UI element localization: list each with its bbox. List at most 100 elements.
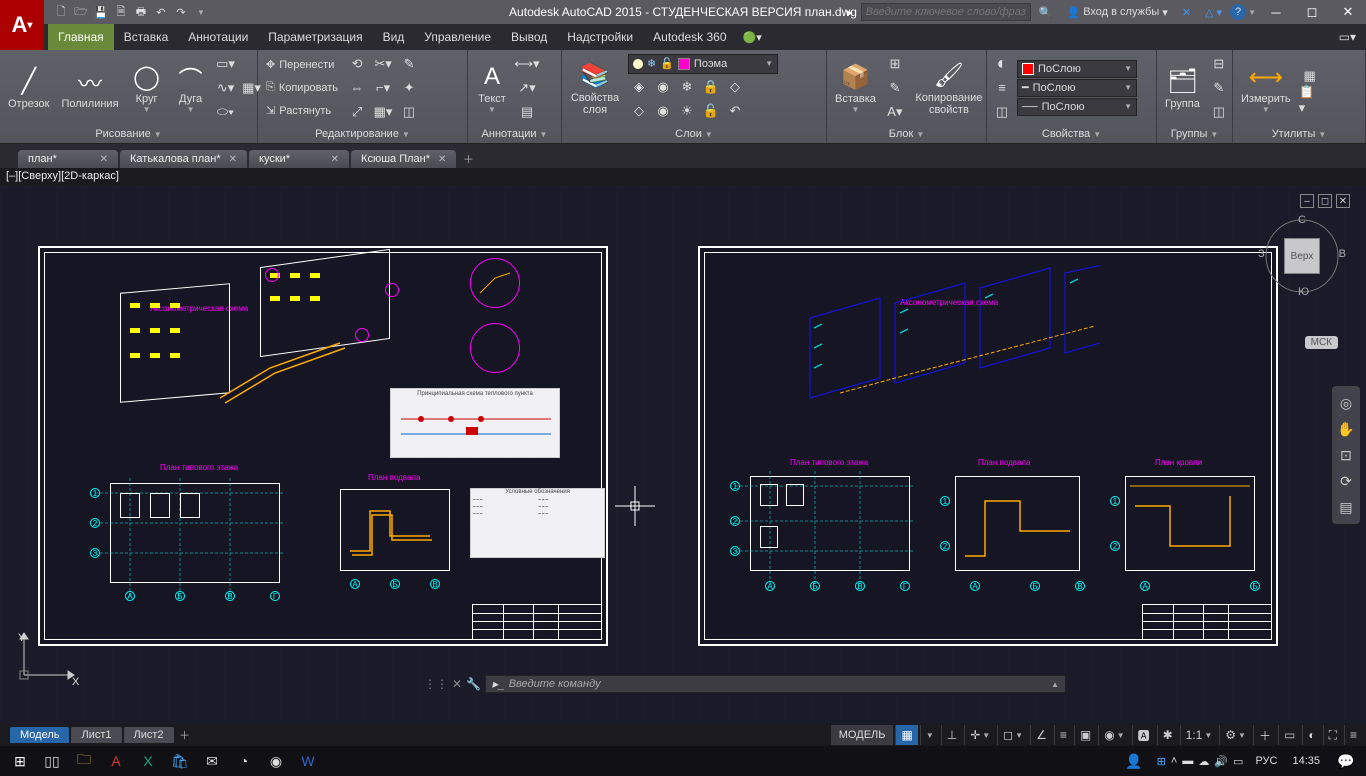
task-view-icon[interactable]: ▯▯ [36, 748, 68, 774]
sb-osnap-icon[interactable]: ◻▼ [997, 725, 1028, 745]
vp-maximize-icon[interactable]: ◻ [1318, 194, 1332, 208]
linetype-dropdown[interactable]: ──ПоСлою▼ [1017, 98, 1137, 116]
sb-lweight-icon[interactable]: ≡ [1054, 725, 1072, 745]
tray-battery-icon[interactable]: ▭ [1233, 755, 1243, 768]
explode-icon[interactable]: ✦ [398, 77, 420, 99]
props-palette-icon[interactable]: ◐ [991, 53, 1013, 75]
search-button[interactable]: 🔍 [1033, 2, 1059, 22]
help-icon[interactable]: ? [1230, 4, 1246, 20]
sb-customize-icon[interactable]: ≡ [1344, 725, 1362, 745]
create-block-icon[interactable]: ⊞ [884, 53, 906, 75]
mail-icon[interactable]: ✉ [196, 748, 228, 774]
layer-dropdown[interactable]: ❄ 🔓 Поэма ▼ [628, 54, 778, 74]
tray-app1-icon[interactable]: ⊞ [1157, 755, 1166, 768]
sb-cleanscreen-icon[interactable]: ⛶ [1323, 725, 1342, 745]
insert-block-button[interactable]: 📦Вставка▼ [831, 59, 880, 116]
layer-unlock-icon[interactable]: 🔓 [700, 100, 722, 122]
stretch-button[interactable]: ⇲Растянуть [262, 100, 342, 122]
tab-a360[interactable]: Autodesk 360 [643, 24, 736, 50]
store-icon[interactable]: 🛍 [164, 748, 196, 774]
ellipse-icon[interactable]: ⬭▾ [215, 101, 237, 123]
move-button[interactable]: ✥Перенести [262, 54, 342, 76]
fillet-icon[interactable]: ⌐▾ [372, 77, 394, 99]
pan-icon[interactable]: ✋ [1336, 419, 1356, 439]
sb-hardware-icon[interactable]: ▭ [1278, 725, 1300, 745]
file-tab[interactable]: план*✕ [18, 150, 118, 168]
ucs-icon[interactable]: Y X [14, 625, 84, 688]
autocad-task-icon[interactable]: A [100, 748, 132, 774]
steam-icon[interactable]: ◔ [228, 748, 260, 774]
circle-button[interactable]: ◯Круг▼ [127, 59, 167, 116]
excel-task-icon[interactable]: X [132, 748, 164, 774]
sb-grid-icon[interactable]: ▦ [895, 725, 917, 745]
tray-network-icon[interactable]: ▬ [1182, 755, 1193, 767]
add-file-tab-icon[interactable]: ＋ [458, 150, 478, 168]
tab-annotate[interactable]: Аннотации [178, 24, 258, 50]
plot-icon[interactable]: 🖶 [132, 3, 150, 21]
layer-props-button[interactable]: 📚Свойства слоя [566, 58, 624, 118]
sb-scale-button[interactable]: 1:1▼ [1180, 725, 1218, 745]
mirror-icon[interactable]: ⇔ [346, 77, 368, 99]
close-tab-icon[interactable]: ✕ [229, 154, 237, 165]
close-tab-icon[interactable]: ✕ [100, 154, 108, 165]
layer-iso-icon[interactable]: ◈ [628, 76, 650, 98]
sb-ortho-icon[interactable]: ⊥ [941, 725, 962, 745]
cube-top-face[interactable]: Верх [1284, 238, 1320, 274]
sb-annovisibility-icon[interactable]: ✱ [1157, 725, 1178, 745]
color-dropdown[interactable]: ПоСлою▼ [1017, 60, 1137, 78]
scale-icon[interactable]: ⤢ [346, 101, 368, 123]
tab-addins[interactable]: Надстройки [557, 24, 643, 50]
cmd-close-icon[interactable]: ✕ [452, 677, 462, 691]
saveas-icon[interactable]: 🗎 [112, 3, 130, 21]
system-tray[interactable]: ⊞ ˄ ▬ ☁ 🔊 ▭ [1152, 755, 1249, 768]
sb-polar-icon[interactable]: ✛▼ [964, 725, 995, 745]
rotate-icon[interactable]: ⟲ [346, 53, 368, 75]
arc-button[interactable]: ⌒Дуга▼ [171, 59, 211, 116]
plugin-indicator-icon[interactable]: 🟢▾ [743, 24, 762, 50]
zoom-extents-icon[interactable]: ⊡ [1336, 445, 1356, 465]
redo-icon[interactable]: ↷ [172, 3, 190, 21]
viewport-label[interactable]: [–][Сверху][2D-каркас] [0, 168, 1366, 186]
tab-output[interactable]: Вывод [501, 24, 557, 50]
infocenter-search[interactable] [861, 3, 1031, 21]
layer-prev-icon[interactable]: ↶ [724, 100, 746, 122]
layer-freeze2-icon[interactable]: ❄ [676, 76, 698, 98]
maximize-button[interactable]: ◻ [1294, 0, 1330, 24]
minimize-button[interactable]: ─ [1258, 0, 1294, 24]
layout-tab-model[interactable]: Модель [10, 727, 69, 743]
layer-thaw-icon[interactable]: ☀ [676, 100, 698, 122]
app-menu-button[interactable]: A▾ [0, 0, 44, 50]
explorer-icon[interactable]: 🗀 [68, 748, 100, 774]
vp-close-icon[interactable]: ✕ [1336, 194, 1350, 208]
ungroup-icon[interactable]: ⊟ [1208, 53, 1230, 75]
layer-match-icon[interactable]: ◇ [724, 76, 746, 98]
sb-model-button[interactable]: МОДЕЛЬ [831, 725, 894, 745]
start-button[interactable]: ⊞ [4, 748, 36, 774]
props-list-icon[interactable]: ≡ [991, 77, 1013, 99]
open-icon[interactable]: 🗁 [72, 3, 90, 21]
sb-isolate-icon[interactable]: ◐ [1302, 725, 1320, 745]
match-props-button[interactable]: 🖌Копирование свойств [910, 58, 988, 118]
offset-icon[interactable]: ◫ [398, 101, 420, 123]
cmd-customize-icon[interactable]: 🔧 [466, 677, 481, 691]
panel-utilities-label[interactable]: Утилиты▼ [1233, 125, 1365, 143]
tab-parametric[interactable]: Параметризация [258, 24, 372, 50]
taskbar-lang[interactable]: РУС [1250, 755, 1282, 767]
undo-icon[interactable]: ↶ [152, 3, 170, 21]
file-tab[interactable]: куски*✕ [249, 150, 349, 168]
save-icon[interactable]: 💾 [92, 3, 110, 21]
array-icon[interactable]: ▦▾ [372, 101, 394, 123]
close-tab-icon[interactable]: ✕ [438, 154, 446, 165]
close-button[interactable]: ✕ [1330, 0, 1366, 24]
exchange-icon[interactable]: ✕ [1176, 2, 1197, 22]
measure-button[interactable]: ⟷Измерить▼ [1237, 59, 1295, 116]
layer-off-icon[interactable]: ◉ [652, 76, 674, 98]
orbit-icon[interactable]: ⟳ [1336, 471, 1356, 491]
panel-block-label[interactable]: Блок▼ [827, 125, 986, 143]
layout-tab-sheet1[interactable]: Лист1 [71, 727, 121, 743]
taskbar-clock[interactable]: 14:35 [1284, 755, 1328, 767]
layer-lock2-icon[interactable]: 🔒 [700, 76, 722, 98]
panel-properties-label[interactable]: Свойства▼ [987, 125, 1156, 143]
erase-icon[interactable]: ✎ [398, 53, 420, 75]
sign-in-button[interactable]: 👤Вход в службы▾ [1061, 2, 1174, 22]
